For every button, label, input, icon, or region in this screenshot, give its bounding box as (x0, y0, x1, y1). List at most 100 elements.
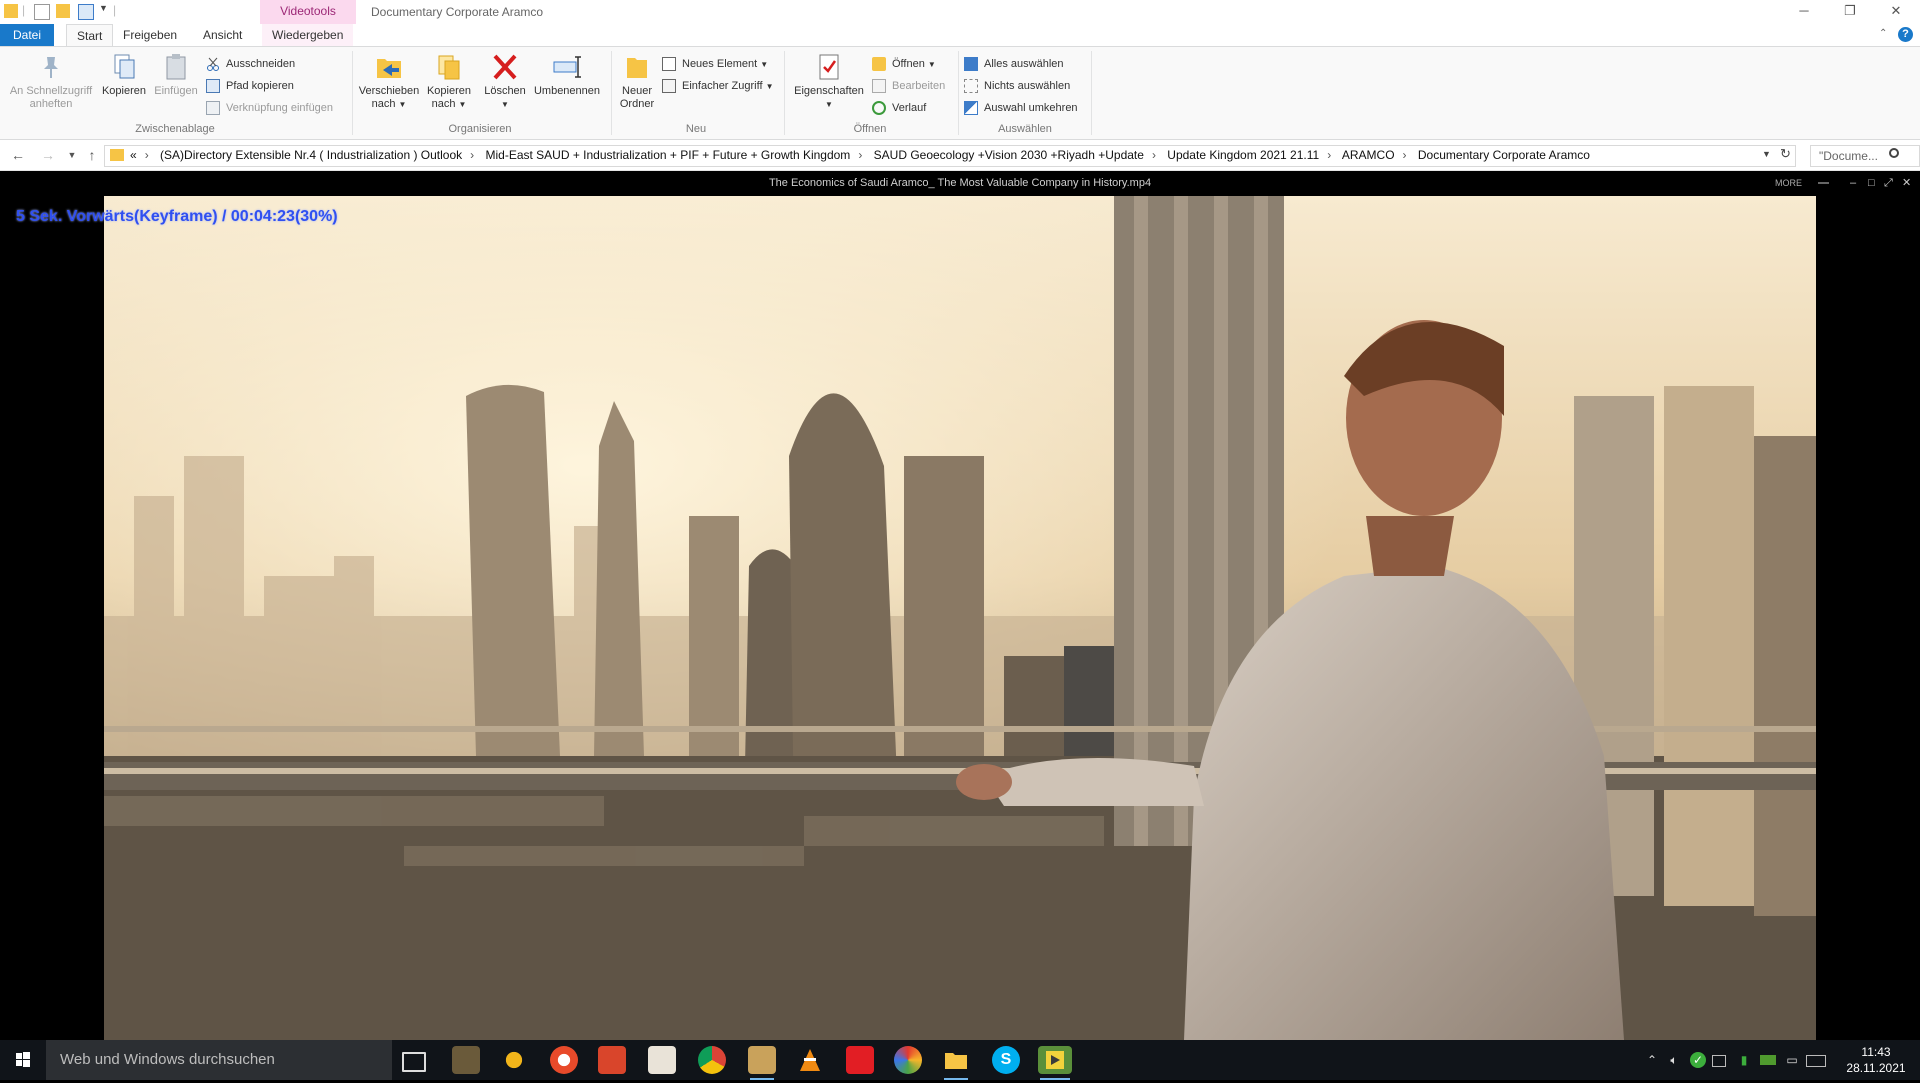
player-minimize-icon[interactable]: – (1850, 172, 1856, 194)
properties-qat-icon[interactable] (34, 4, 50, 20)
qat-customize-icon[interactable]: ▼ (99, 3, 108, 13)
tab-freigeben[interactable]: Freigeben (113, 24, 187, 46)
signal-tray-icon[interactable]: ▮ (1736, 1052, 1752, 1068)
file-explorer-icon[interactable] (942, 1046, 970, 1080)
network-icon[interactable] (1712, 1055, 1726, 1067)
delete-button[interactable]: Löschen ▼ (478, 51, 532, 111)
cut-button[interactable]: Ausschneiden (206, 55, 295, 73)
tab-ansicht[interactable]: Ansicht (193, 24, 252, 46)
easy-access-button[interactable]: Einfacher Zugriff ▼ (662, 77, 774, 95)
paste-shortcut-label: Verknüpfung einfügen (226, 102, 334, 114)
paste-icon (160, 51, 192, 83)
player-menu-icon[interactable]: ⎯⎯ (1818, 172, 1829, 194)
dropdown-arrow-icon: ▼ (927, 60, 936, 69)
breadcrumb-separator: › (858, 148, 863, 162)
media-player-icon[interactable] (1038, 1046, 1072, 1080)
breadcrumb-separator: › (1151, 148, 1156, 162)
minimize-button[interactable]: ─ (1781, 0, 1827, 24)
properties-button[interactable]: Eigenschaften ▼ (788, 51, 870, 111)
open-button[interactable]: Öffnen ▼ (872, 55, 936, 73)
breadcrumb-item[interactable]: SAUD Geoecology +Vision 2030 +Riyadh +Up… (874, 148, 1144, 162)
up-arrow-icon[interactable]: ↑ (82, 146, 102, 164)
pin-quick-access-button[interactable]: An Schnellzugriff anheften (6, 51, 96, 111)
recent-locations-chevron-icon[interactable]: ▼ (62, 146, 82, 164)
archive-app-icon[interactable] (748, 1046, 776, 1080)
back-arrow-icon[interactable]: ← (8, 146, 28, 164)
copy-to-button[interactable]: Kopieren nach ▼ (422, 51, 476, 111)
document-app-icon[interactable] (648, 1046, 676, 1074)
vlc-icon[interactable] (796, 1046, 824, 1074)
nvidia-tray-icon[interactable] (1760, 1055, 1776, 1065)
player-maximize-icon[interactable]: □ (1868, 172, 1875, 194)
search-input[interactable]: "Docume... (1810, 145, 1920, 167)
breadcrumb-item[interactable]: Documentary Corporate Aramco (1418, 148, 1590, 162)
easy-access-label: Einfacher Zugriff (682, 80, 763, 92)
rename-qat-icon[interactable] (78, 4, 94, 20)
dropdown-arrow-icon: ▼ (760, 60, 769, 69)
dropdown-arrow-icon: ▼ (825, 100, 833, 109)
close-button[interactable]: ✕ (1873, 0, 1919, 24)
select-all-button[interactable]: Alles auswählen (964, 55, 1064, 73)
restore-button[interactable]: ❐ (1827, 0, 1873, 24)
task-view-icon[interactable] (402, 1052, 426, 1072)
video-file-title: The Economics of Saudi Aramco_ The Most … (768, 177, 1152, 189)
pdf-app-icon[interactable] (598, 1046, 626, 1074)
photo-app-icon[interactable] (452, 1046, 480, 1074)
edit-button[interactable]: Bearbeiten (872, 77, 945, 95)
player-fullscreen-icon[interactable]: ⤢ (1884, 172, 1893, 194)
help-icon[interactable]: ? (1898, 27, 1913, 42)
security-tray-icon[interactable]: ✓ (1690, 1052, 1706, 1068)
breadcrumb-item[interactable]: Update Kingdom 2021 21.11 (1167, 148, 1319, 162)
copy-path-button[interactable]: Pfad kopieren (206, 77, 294, 95)
more-button[interactable]: MORE (1775, 172, 1802, 194)
tray-overflow-chevron-icon[interactable]: ⌃ (1644, 1052, 1660, 1068)
search-icon[interactable] (1889, 148, 1899, 158)
taskbar-clock[interactable]: 11:43 28.11.2021 (1840, 1044, 1912, 1076)
copy-button[interactable]: Kopieren (98, 51, 150, 98)
new-folder-label: Neuer (622, 85, 652, 97)
volume-icon[interactable]: 🔈︎ (1666, 1052, 1682, 1068)
invert-selection-button[interactable]: Auswahl umkehren (964, 99, 1078, 117)
select-none-button[interactable]: Nichts auswählen (964, 77, 1070, 95)
acrobat-icon[interactable] (846, 1046, 874, 1074)
browser-red-icon[interactable] (550, 1046, 578, 1074)
breadcrumb-item[interactable]: ARAMCO (1342, 148, 1395, 162)
address-dropdown-icon[interactable]: ▼ (1762, 149, 1771, 159)
new-item-button[interactable]: Neues Element ▼ (662, 55, 768, 73)
copy-to-label-2: nach (431, 98, 456, 110)
player-close-icon[interactable]: ✕ (1902, 172, 1911, 194)
pin-label-2: anheften (29, 98, 73, 110)
breadcrumb-item[interactable]: (SA)Directory Extensible Nr.4 ( Industri… (160, 148, 462, 162)
new-folder-button[interactable]: Neuer Ordner (614, 51, 660, 111)
refresh-icon[interactable]: ↻ (1780, 146, 1791, 162)
forward-arrow-icon[interactable]: → (38, 146, 58, 164)
start-button[interactable] (0, 1040, 46, 1080)
pin-icon (35, 51, 67, 83)
cut-label: Ausschneiden (226, 58, 296, 70)
tab-start[interactable]: Start (66, 24, 114, 47)
keyboard-icon[interactable] (1806, 1055, 1826, 1067)
skype-icon[interactable]: S (992, 1046, 1020, 1074)
ribbon-collapse-icon[interactable]: ⌃ (1879, 28, 1887, 39)
notification-icon[interactable]: ▭ (1784, 1052, 1800, 1068)
new-folder-qat-icon[interactable] (56, 4, 70, 18)
title-bar: | ▼ | Videotools Documentary Corporate A… (0, 0, 1920, 24)
history-button[interactable]: Verlauf (872, 99, 926, 117)
move-to-button[interactable]: Verschieben nach ▼ (356, 51, 422, 111)
paste-shortcut-button[interactable]: Verknüpfung einfügen (206, 99, 333, 117)
tab-wiedergeben[interactable]: Wiedergeben (262, 24, 354, 46)
breadcrumb-item[interactable]: Mid-East SAUD + Industrialization + PIF … (485, 148, 850, 162)
picasa-icon[interactable] (894, 1046, 922, 1074)
ribbon-separator (784, 51, 785, 135)
chrome-icon[interactable] (698, 1046, 726, 1074)
paste-button[interactable]: Einfügen (150, 51, 202, 98)
rename-button[interactable]: Umbenennen (530, 51, 604, 98)
tab-datei[interactable]: Datei (0, 24, 54, 46)
copy-icon (108, 51, 140, 83)
select-all-label: Alles auswählen (984, 58, 1064, 70)
app-orange-icon[interactable] (500, 1046, 528, 1074)
breadcrumb-overflow[interactable]: « (130, 148, 137, 162)
taskbar-search-input[interactable]: Web und Windows durchsuchen (46, 1040, 392, 1080)
video-frame[interactable] (104, 196, 1816, 1040)
ribbon: An Schnellzugriff anheften Kopieren Einf… (0, 46, 1920, 140)
